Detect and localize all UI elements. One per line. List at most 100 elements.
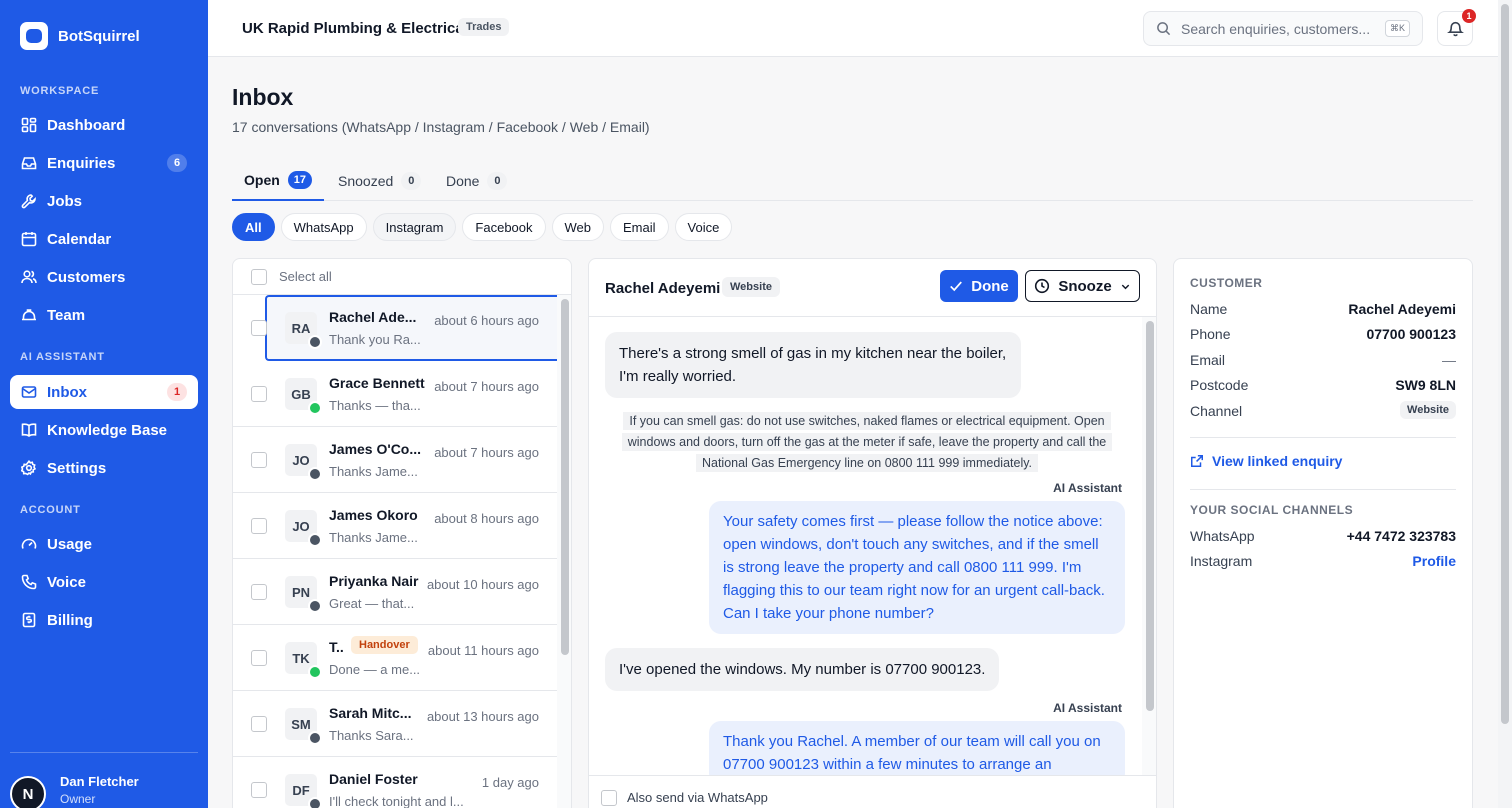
tab-done[interactable]: Done 0: [434, 160, 519, 201]
list-scrollbar-thumb[interactable]: [561, 299, 569, 655]
search-input[interactable]: [1181, 20, 1371, 37]
filter-all[interactable]: All: [232, 213, 275, 241]
tab-snoozed[interactable]: Snoozed 0: [326, 160, 433, 201]
field-label: Name: [1190, 301, 1228, 317]
list-item[interactable]: JO James O'Co... about 7 hours ago Thank…: [233, 427, 557, 493]
message-thread[interactable]: There's a strong smell of gas in my kitc…: [589, 317, 1142, 775]
send-via-whatsapp-checkbox[interactable]: [601, 789, 617, 806]
select-all-checkbox[interactable]: [251, 268, 267, 285]
avatar: JO: [285, 510, 322, 547]
list-item[interactable]: JO James Okoro about 8 hours ago Thanks …: [233, 493, 557, 559]
view-linked-enquiry-link[interactable]: View linked enquiry: [1190, 453, 1342, 469]
sidebar-item-calendar[interactable]: Calendar: [10, 222, 198, 256]
conversation-rows: RA Rachel Ade... about 6 hours ago Thank…: [233, 295, 557, 808]
list-scrollbar[interactable]: [557, 295, 571, 808]
tab-label: Done: [446, 172, 480, 189]
contact-name: James O'Co...: [329, 441, 422, 457]
page-scrollbar[interactable]: [1498, 0, 1512, 808]
conversation-header: Rachel Adeyemi Website Done Snooze: [589, 259, 1156, 317]
sidebar-item-team[interactable]: Team: [10, 298, 198, 332]
grid-icon: [20, 117, 37, 134]
timestamp: 1 day ago: [481, 775, 539, 790]
row-checkbox[interactable]: [251, 782, 267, 798]
field-value: —: [1442, 352, 1456, 368]
message-preview: Great — that...: [329, 596, 415, 611]
list-item[interactable]: PN Priyanka Nair about 10 hours ago Grea…: [233, 559, 557, 625]
search-box[interactable]: ⌘K: [1143, 11, 1423, 46]
field-label: Phone: [1190, 326, 1231, 342]
filter-voice[interactable]: Voice: [674, 213, 733, 241]
contact-name: Rachel Ade...: [329, 309, 417, 325]
sidebar-item-jobs[interactable]: Jobs: [10, 184, 198, 218]
list-item[interactable]: RA Rachel Ade... about 6 hours ago Thank…: [251, 295, 557, 361]
sidebar-item-label: Jobs: [47, 192, 83, 210]
sidebar-item-settings[interactable]: Settings: [10, 451, 198, 485]
row-checkbox[interactable]: [251, 584, 267, 600]
tab-open[interactable]: Open 17: [232, 160, 325, 201]
list-item[interactable]: GB Grace Bennett about 7 hours ago Thank…: [233, 361, 557, 427]
filter-whatsapp[interactable]: WhatsApp: [280, 213, 367, 241]
customer-postcode-row: Postcode SW9 8LN: [1190, 377, 1456, 393]
filter-instagram[interactable]: Instagram: [372, 213, 457, 241]
filter-email[interactable]: Email: [610, 213, 669, 241]
row-checkbox[interactable]: [251, 716, 267, 732]
list-item[interactable]: DF Daniel Foster 1 day ago I'll check to…: [233, 757, 557, 808]
thread-scrollbar-thumb[interactable]: [1146, 321, 1154, 711]
list-item[interactable]: TK T.. Handover about 11 hours ago Done …: [233, 625, 557, 691]
avatar[interactable]: N: [10, 776, 46, 808]
gear-icon: [20, 460, 37, 477]
sidebar-item-usage[interactable]: Usage: [10, 527, 198, 561]
channel-filters: All WhatsApp Instagram Facebook Web Emai…: [232, 213, 733, 241]
sidebar-item-billing[interactable]: Billing: [10, 603, 198, 637]
row-checkbox[interactable]: [251, 650, 267, 666]
contact-name: T..: [329, 639, 344, 655]
divider: [1190, 437, 1456, 438]
timestamp: about 7 hours ago: [434, 379, 539, 394]
brand[interactable]: BotSquirrel: [20, 22, 140, 50]
field-label: WhatsApp: [1190, 528, 1255, 544]
sidebar-item-label: Billing: [47, 611, 93, 629]
sidebar-item-label: Knowledge Base: [47, 421, 168, 439]
field-label: Email: [1190, 352, 1226, 368]
avatar: DF: [285, 774, 322, 808]
customer-name-row: Name Rachel Adeyemi: [1190, 301, 1456, 317]
sidebar-item-knowledge-base[interactable]: Knowledge Base: [10, 413, 198, 447]
thread-scrollbar[interactable]: [1142, 317, 1156, 775]
row-checkbox[interactable]: [251, 320, 267, 336]
calendar-icon: [20, 231, 37, 248]
sidebar-item-customers[interactable]: Customers: [10, 260, 198, 294]
page-scrollbar-thumb[interactable]: [1501, 4, 1509, 724]
filter-web[interactable]: Web: [551, 213, 605, 241]
sidebar-item-dashboard[interactable]: Dashboard: [10, 108, 198, 142]
conversation-contact-name: Rachel Adeyemi: [605, 280, 721, 297]
filter-facebook[interactable]: Facebook: [462, 213, 546, 241]
list-item[interactable]: SM Sarah Mitc... about 13 hours ago Than…: [233, 691, 557, 757]
book-icon: [20, 422, 37, 439]
row-checkbox[interactable]: [251, 386, 267, 402]
mail-icon: [20, 384, 37, 401]
timestamp: about 13 hours ago: [426, 709, 539, 724]
instagram-profile-link[interactable]: Profile: [1412, 553, 1456, 569]
row-checkbox[interactable]: [251, 518, 267, 534]
field-label: Channel: [1190, 403, 1243, 419]
sidebar-item-enquiries[interactable]: Enquiries 6: [10, 146, 198, 180]
channel-tag: Website: [1400, 401, 1456, 419]
user-menu[interactable]: [10, 752, 198, 775]
snooze-button[interactable]: Snooze: [1025, 270, 1140, 302]
sidebar-item-inbox[interactable]: Inbox 1: [10, 375, 198, 409]
done-button[interactable]: Done: [940, 270, 1018, 302]
user-name: Dan Fletcher: [60, 774, 139, 789]
customer-channel-row: Channel Website: [1190, 401, 1456, 419]
brand-name: BotSquirrel: [58, 27, 140, 45]
wrench-icon: [20, 193, 37, 210]
contact-name: Daniel Foster: [329, 771, 418, 787]
social-whatsapp-row: WhatsApp +44 7472 323783: [1190, 528, 1456, 544]
sidebar-item-voice[interactable]: Voice: [10, 565, 198, 599]
enquiries-count-badge: 6: [167, 154, 187, 172]
select-all-label: Select all: [279, 269, 332, 284]
notifications-button[interactable]: 1: [1437, 9, 1476, 46]
field-label: Instagram: [1190, 553, 1253, 569]
avatar: TK: [285, 642, 322, 679]
handover-badge: Handover: [351, 636, 418, 654]
row-checkbox[interactable]: [251, 452, 267, 468]
